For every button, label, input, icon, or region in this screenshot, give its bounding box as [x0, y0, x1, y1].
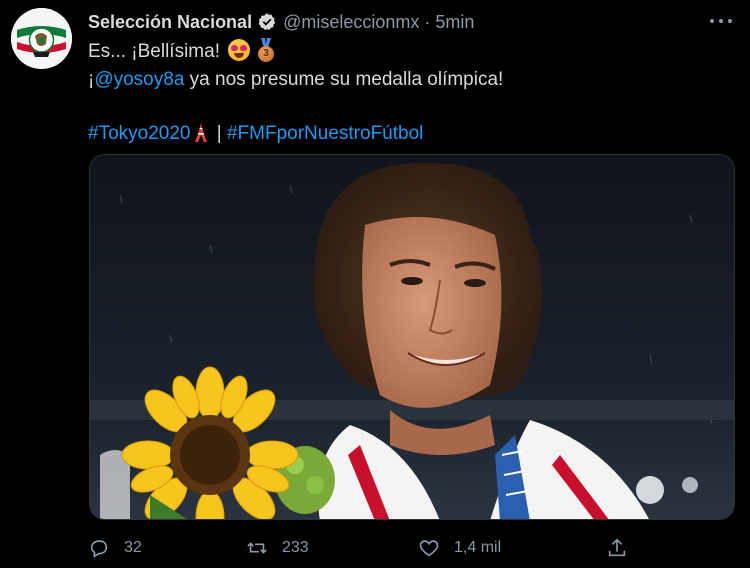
author-name[interactable]: Selección Nacional: [88, 12, 252, 33]
more-icon[interactable]: [710, 10, 732, 32]
tweet-line-1-text: Es... ¡Bellísima!: [88, 41, 220, 62]
verified-icon: [258, 13, 276, 31]
bronze-medal-emoji-icon: 3: [256, 38, 276, 62]
like-count: 1,4 mil: [454, 539, 502, 556]
separator-dot: ·: [424, 11, 431, 32]
like-button[interactable]: 1,4 mil: [418, 533, 501, 563]
heart-eyes-emoji-icon: [227, 39, 250, 61]
tweet-hashtags: #Tokyo2020 | #FMFporNuestroFútbol: [88, 120, 728, 148]
reply-icon: [90, 540, 108, 558]
tweet-text: Es... ¡Bellísima! 3 ¡@yosoy8a ya nos pres…: [88, 38, 728, 148]
share-icon: [608, 538, 626, 557]
retweet-button[interactable]: 233: [246, 533, 309, 563]
avatar[interactable]: [11, 8, 72, 69]
fmf-logo-icon: [11, 8, 72, 69]
tweet-time[interactable]: 5min: [435, 12, 474, 33]
retweet-count: 233: [282, 539, 309, 556]
tweet-line-1: Es... ¡Bellísima! 3: [88, 38, 728, 66]
tweet[interactable]: Selección Nacional @miseleccionmx · 5min…: [0, 0, 750, 568]
tweet-line-2-rest: ya nos presume su medalla olímpica!: [184, 69, 504, 90]
like-icon: [419, 540, 439, 557]
reply-button[interactable]: 32: [88, 533, 142, 563]
tokyo-tower-emoji-icon: [195, 122, 208, 142]
hashtag-tokyo2020[interactable]: #Tokyo2020: [88, 123, 190, 144]
tweet-photo[interactable]: [89, 154, 735, 520]
tweet-line-2: ¡@yosoy8a ya nos presume su medalla olím…: [88, 66, 728, 94]
photo-image: [90, 155, 734, 519]
tweet-actions: 32 233 1,4 mil: [88, 533, 738, 563]
hashtag-fmf[interactable]: #FMFporNuestroFútbol: [227, 123, 423, 144]
retweet-icon: [247, 542, 267, 554]
reply-count: 32: [124, 539, 142, 556]
share-button[interactable]: [606, 533, 642, 563]
mention-link[interactable]: @yosoy8a: [94, 69, 184, 90]
hashtag-separator: |: [211, 123, 227, 144]
author-handle[interactable]: @miseleccionmx: [283, 12, 419, 33]
tweet-header: Selección Nacional @miseleccionmx · 5min: [88, 10, 474, 34]
